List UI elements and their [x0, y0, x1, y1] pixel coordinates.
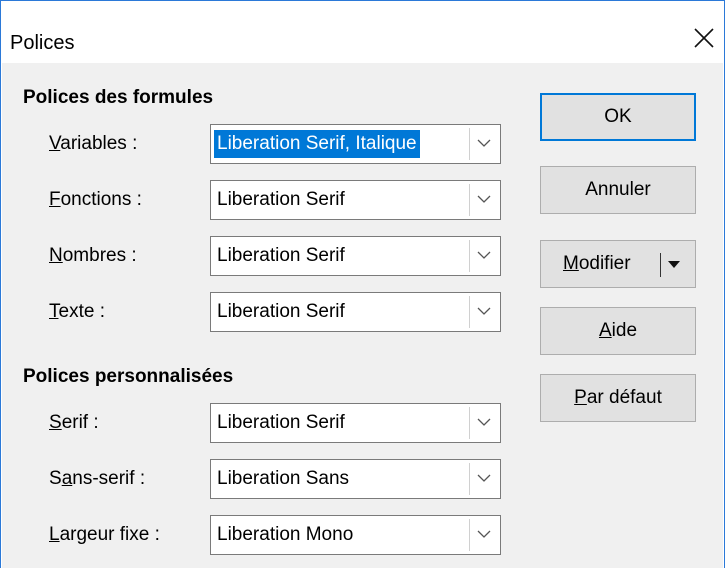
- fixed-width-label: Largeur fixe :: [49, 524, 160, 545]
- fixed-width-dropdown-button[interactable]: [469, 519, 498, 551]
- chevron-down-icon: [477, 418, 491, 426]
- split-separator: [660, 253, 661, 277]
- triangle-down-icon: [668, 261, 680, 268]
- chevron-down-icon: [477, 474, 491, 482]
- help-button[interactable]: Aide: [540, 307, 696, 355]
- serif-font-value: Liberation Serif: [217, 412, 345, 433]
- text-dropdown-button[interactable]: [469, 296, 498, 328]
- modify-button[interactable]: Modifier: [540, 240, 696, 288]
- numbers-label: Nombres :: [49, 245, 137, 266]
- formula-fonts-heading: Polices des formules: [23, 87, 214, 108]
- dialog-body: Polices des formules Variables : Liberat…: [2, 63, 723, 568]
- chevron-down-icon: [477, 530, 491, 538]
- numbers-font-value: Liberation Serif: [217, 245, 345, 266]
- chevron-down-icon: [477, 251, 491, 259]
- default-button[interactable]: Par défaut: [540, 374, 696, 422]
- cancel-button[interactable]: Annuler: [540, 166, 696, 214]
- fixed-width-font-value: Liberation Mono: [217, 524, 354, 545]
- text-font-value: Liberation Serif: [217, 301, 345, 322]
- serif-font-select[interactable]: Liberation Serif: [210, 403, 501, 443]
- numbers-font-select[interactable]: Liberation Serif: [210, 236, 501, 276]
- sans-serif-font-select[interactable]: Liberation Sans: [210, 459, 501, 499]
- custom-fonts-heading: Polices personnalisées: [23, 366, 234, 387]
- variables-label: Variables :: [49, 133, 138, 154]
- text-label: Texte :: [49, 301, 105, 322]
- serif-label: Serif :: [49, 412, 99, 433]
- chevron-down-icon: [477, 139, 491, 147]
- variables-dropdown-button[interactable]: [469, 128, 498, 160]
- functions-font-select[interactable]: Liberation Serif: [210, 180, 501, 220]
- text-font-select[interactable]: Liberation Serif: [210, 292, 501, 332]
- sans-serif-dropdown-button[interactable]: [469, 463, 498, 495]
- sans-serif-font-value: Liberation Sans: [217, 468, 350, 489]
- variables-font-value: Liberation Serif, Italique: [214, 130, 420, 158]
- title-bar: Polices: [2, 2, 723, 62]
- ok-button[interactable]: OK: [540, 93, 696, 141]
- chevron-down-icon: [477, 307, 491, 315]
- variables-font-select[interactable]: Liberation Serif, Italique: [210, 124, 501, 164]
- close-button[interactable]: [690, 24, 718, 52]
- functions-dropdown-button[interactable]: [469, 184, 498, 216]
- functions-label: Fonctions :: [49, 189, 142, 210]
- sans-serif-label: Sans-serif :: [49, 468, 146, 489]
- close-icon: [694, 28, 714, 48]
- numbers-dropdown-button[interactable]: [469, 240, 498, 272]
- functions-font-value: Liberation Serif: [217, 189, 345, 210]
- fixed-width-font-select[interactable]: Liberation Mono: [210, 515, 501, 555]
- chevron-down-icon: [477, 195, 491, 203]
- dialog-window: Polices Polices des formules Variables :…: [0, 0, 725, 568]
- dialog-title: Polices: [10, 32, 75, 54]
- serif-dropdown-button[interactable]: [469, 407, 498, 439]
